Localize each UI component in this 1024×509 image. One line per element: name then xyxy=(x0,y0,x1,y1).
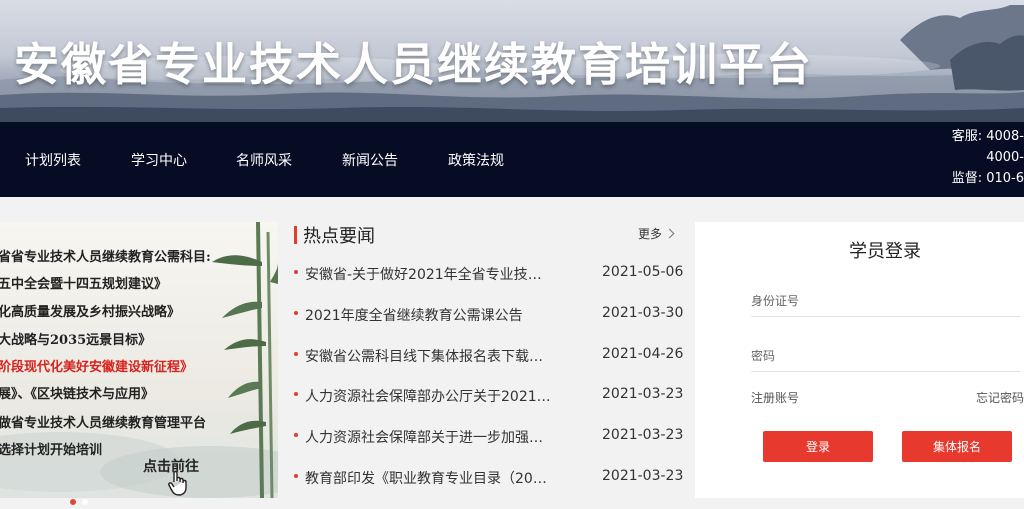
more-label: 更多 xyxy=(638,227,663,241)
nav-item-plan-list[interactable]: 计划列表 xyxy=(25,150,81,170)
section-accent-bar xyxy=(294,226,297,244)
promo-line: 化高质量发展及乡村振兴战略》 xyxy=(0,305,181,320)
news-item[interactable]: 安徽省-关于做好2021年全省专业技术人员继续教育 2021-05-06 xyxy=(288,264,688,305)
news-section-title: 热点要闻 xyxy=(303,226,375,247)
header-banner: 安徽省专业技术人员继续教育培训平台 xyxy=(0,0,1024,122)
news-item-date: 2021-04-26 xyxy=(602,345,684,362)
promo-line: 大战略与2035远景目标》 xyxy=(0,333,152,348)
news-item-date: 2021-05-06 xyxy=(602,264,684,280)
news-item[interactable]: 2021年度全省继续教育公需课公告 2021-03-30 xyxy=(288,305,688,346)
login-button[interactable]: 登录 xyxy=(763,431,873,462)
news-item-title[interactable]: 人力资源社会保障部关于进一步加强高技能人才 xyxy=(305,427,555,447)
news-item[interactable]: 人力资源社会保障部办公厅关于2021年度专业技术 2021-03-23 xyxy=(288,386,688,427)
nav-item-famous-teachers[interactable]: 名师风采 xyxy=(236,150,292,170)
contact-info: 客服: 4008- 4000- 监督: 010-6 xyxy=(948,126,1024,189)
bullet-dot-icon xyxy=(294,270,298,274)
group-register-button[interactable]: 集体报名 xyxy=(902,431,1012,462)
promo-line: 选择计划开始培训 xyxy=(0,443,103,458)
password-input[interactable] xyxy=(751,341,1020,372)
bullet-dot-icon xyxy=(294,473,298,478)
nav-item-news[interactable]: 新闻公告 xyxy=(342,150,398,170)
news-item-date: 2021-03-30 xyxy=(602,304,684,321)
news-item-title[interactable]: 2021年度全省继续教育公需课公告 xyxy=(305,305,555,325)
more-news-link[interactable]: 更多 xyxy=(638,225,675,242)
bullet-dot-icon xyxy=(294,351,298,356)
id-number-input[interactable] xyxy=(751,286,1020,317)
news-list: 安徽省-关于做好2021年全省专业技术人员继续教育 2021-05-06 2021… xyxy=(288,264,688,509)
login-title: 学员登录 xyxy=(849,241,921,262)
promo-line: 做省专业技术人员继续教育管理平台 xyxy=(0,416,207,431)
promo-line: 五中全会暨十四五规划建议》 xyxy=(0,277,168,292)
news-item[interactable]: 人力资源社会保障部关于进一步加强高技能人才 2021-03-23 xyxy=(288,427,688,468)
news-item[interactable]: 安徽省公需科目线下集体报名表下载及使用说明 2021-04-26 xyxy=(288,346,688,387)
bullet-dot-icon xyxy=(294,310,298,315)
carousel-dot-active[interactable] xyxy=(70,499,76,505)
login-panel: 学员登录 注册账号 忘记密码 登录 集体报名 xyxy=(695,222,1024,498)
news-item-date: 2021-03-23 xyxy=(602,427,684,444)
bullet-dot-icon xyxy=(294,433,298,438)
contact-service-phone-2: 4000- xyxy=(986,150,1024,165)
main-nav: 计划列表 学习中心 名师风采 新闻公告 政策法规 客服: 4008- 4000-… xyxy=(0,122,1024,197)
promo-line: 省省专业技术人员继续教育公需科目: xyxy=(0,250,211,265)
chevron-right-icon xyxy=(664,228,675,239)
news-item[interactable]: 教育部印发《职业教育专业目录（2021年）》 2021-03-23 xyxy=(288,468,688,509)
news-item-title[interactable]: 安徽省-关于做好2021年全省专业技术人员继续教育 xyxy=(305,264,555,284)
news-item-date: 2021-03-23 xyxy=(602,467,684,484)
site-title: 安徽省专业技术人员继续教育培训平台 xyxy=(14,38,814,91)
promo-line: 展》、《区块链技术与应用》 xyxy=(0,387,155,402)
carousel-dot[interactable] xyxy=(82,499,88,505)
news-item-title[interactable]: 人力资源社会保障部办公厅关于2021年度专业技术 xyxy=(305,386,555,406)
news-item-title[interactable]: 教育部印发《职业教育专业目录（2021年）》 xyxy=(305,468,555,488)
nav-item-learning-center[interactable]: 学习中心 xyxy=(131,150,187,170)
promo-line-highlight: 阶段现代化美好安徽建设新征程》 xyxy=(0,360,194,375)
contact-supervision-phone: 监督: 010-6 xyxy=(951,171,1024,186)
register-link[interactable]: 注册账号 xyxy=(751,389,799,406)
contact-service-phone: 客服: 4008- xyxy=(951,129,1024,144)
news-item-title[interactable]: 安徽省公需科目线下集体报名表下载及使用说明 xyxy=(305,346,555,366)
forgot-password-link[interactable]: 忘记密码 xyxy=(976,389,1024,406)
bullet-dot-icon xyxy=(294,392,298,397)
promo-banner[interactable]: 省省专业技术人员继续教育公需科目: 五中全会暨十四五规划建议》 化高质量发展及乡… xyxy=(0,222,278,498)
news-panel: 热点要闻 更多 安徽省-关于做好2021年全省专业技术人员继续教育 2021-05… xyxy=(288,222,688,498)
news-item-date: 2021-03-23 xyxy=(602,386,684,403)
nav-item-policies[interactable]: 政策法规 xyxy=(448,150,504,170)
carousel-indicators xyxy=(70,490,94,509)
pointer-hand-icon xyxy=(168,470,187,496)
